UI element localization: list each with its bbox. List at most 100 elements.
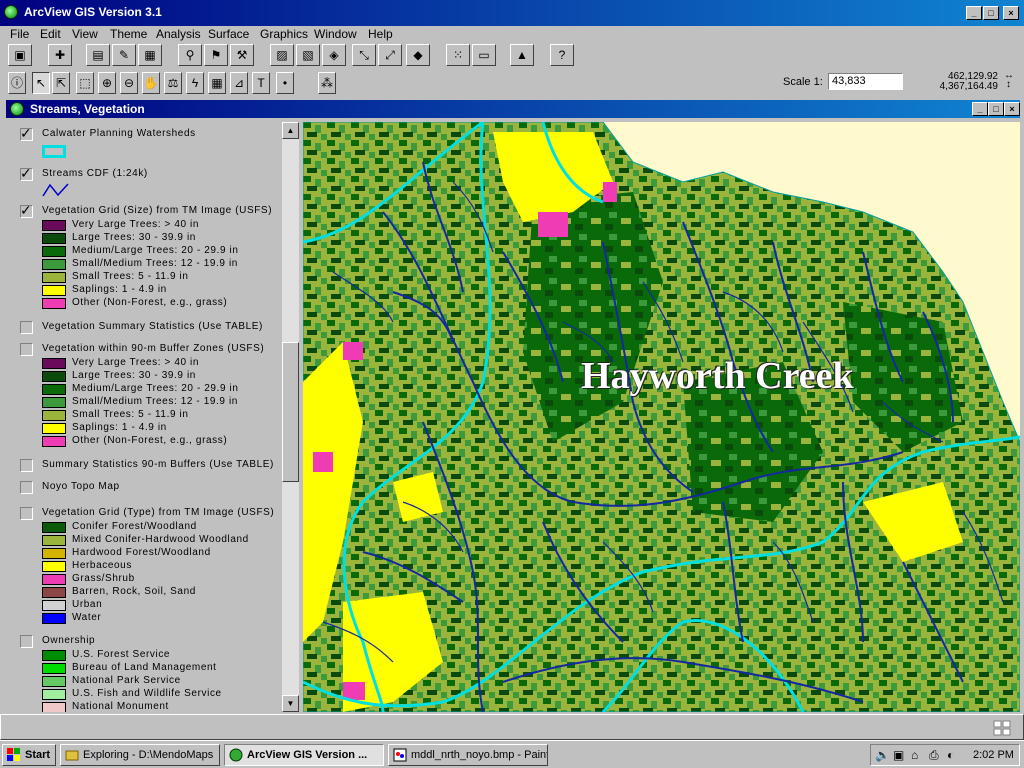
scroll-down-button[interactable]: ▼: [282, 695, 299, 712]
menu-bar: File Edit View Theme Analysis Surface Gr…: [0, 26, 1024, 42]
toc-scrollbar[interactable]: ▲ ▼: [282, 122, 299, 712]
menu-graphics[interactable]: Graphics: [260, 27, 308, 41]
vertex-edit-icon[interactable]: ⇱: [52, 72, 70, 94]
legend-veg-type: Conifer Forest/Woodland Mixed Conifer-Ha…: [10, 521, 282, 627]
map-display[interactable]: Hayworth Creek: [303, 122, 1020, 712]
legend-label: Urban: [72, 599, 103, 610]
arcview-globe-icon: [229, 748, 243, 762]
start-button[interactable]: Start: [2, 744, 56, 766]
text-tool-icon[interactable]: T: [252, 72, 270, 94]
scroll-up-button[interactable]: ▲: [282, 122, 299, 139]
tray-app-icon[interactable]: ◐: [947, 748, 954, 762]
zoom-to-selected-icon[interactable]: ◈: [322, 44, 346, 66]
legend-label: Barren, Rock, Soil, Sand: [72, 586, 196, 597]
measure-icon[interactable]: ⚖: [164, 72, 182, 94]
menu-file[interactable]: File: [10, 27, 29, 41]
zoom-to-themes-icon[interactable]: ▧: [296, 44, 320, 66]
theme-checkbox[interactable]: ✓: [20, 203, 33, 218]
legend-label: Very Large Trees: > 40 in: [72, 357, 200, 368]
legend-label: Water: [72, 612, 102, 623]
tool-bar: ⓘ ↖ ⇱ ⬚ ⊕ ⊖ ✋ ⚖ ϟ ▦ ⊿ T • ⁂ Scale 1: 43,…: [0, 70, 1024, 94]
clock[interactable]: 2:02 PM: [973, 749, 1014, 761]
legend-label: Mixed Conifer-Hardwood Woodland: [72, 534, 249, 545]
legend-swatch: [42, 298, 66, 309]
scroll-thumb[interactable]: [282, 342, 299, 482]
legend-label: National Park Service: [72, 675, 181, 686]
menu-window[interactable]: Window: [314, 27, 357, 41]
theme-name: Ownership: [42, 635, 96, 646]
zoom-previous-icon[interactable]: ◆: [406, 44, 430, 66]
theme-checkbox[interactable]: ✓: [20, 166, 33, 181]
close-button[interactable]: ×: [1003, 6, 1019, 20]
legend-label: Very Large Trees: > 40 in: [72, 219, 200, 230]
select-features-icon[interactable]: ⁙: [446, 44, 470, 66]
legend-label: Large Trees: 30 - 39.9 in: [72, 232, 196, 243]
legend-label: Medium/Large Trees: 20 - 29.9 in: [72, 383, 239, 394]
edit-legend-icon[interactable]: ✎: [112, 44, 136, 66]
legend-label: Saplings: 1 - 4.9 in: [72, 422, 167, 433]
zoom-full-extent-icon[interactable]: ▨: [270, 44, 294, 66]
theme-properties-icon[interactable]: ▤: [86, 44, 110, 66]
view-minimize-button[interactable]: _: [972, 102, 988, 116]
maximize-button[interactable]: □: [983, 6, 999, 20]
zoom-out-fixed-icon[interactable]: ⤢: [378, 44, 402, 66]
menu-analysis[interactable]: Analysis: [156, 27, 201, 41]
theme-checkbox[interactable]: [20, 507, 33, 520]
view-title-bar[interactable]: Streams, Vegetation _ □ ×: [6, 100, 1020, 118]
printer-icon[interactable]: ⎙: [929, 748, 939, 763]
theme-checkbox[interactable]: [20, 635, 33, 648]
task-label: mddl_nrth_noyo.bmp - Paint: [411, 749, 548, 761]
theme-checkbox[interactable]: [20, 321, 33, 334]
theme-checkbox[interactable]: [20, 459, 33, 472]
legend-veg-buffer: Very Large Trees: > 40 in Large Trees: 3…: [10, 357, 282, 449]
snap-icon[interactable]: ⁂: [318, 72, 336, 94]
speaker-icon[interactable]: 🔈: [875, 748, 890, 762]
add-theme-icon[interactable]: ✚: [48, 44, 72, 66]
monitor-icon[interactable]: ▣: [893, 748, 904, 762]
theme-checkbox[interactable]: [20, 481, 33, 494]
legend-label: Conifer Forest/Woodland: [72, 521, 197, 532]
menu-edit[interactable]: Edit: [40, 27, 61, 41]
theme-checkbox[interactable]: ✓: [20, 126, 33, 141]
legend-label: Other (Non-Forest, e.g., grass): [72, 435, 228, 446]
find-icon[interactable]: ⚲: [178, 44, 202, 66]
zoom-in-icon[interactable]: ⊕: [98, 72, 116, 94]
size-grip-icon[interactable]: [993, 720, 1011, 736]
layout-icon[interactable]: ▲: [510, 44, 534, 66]
legend-swatch: [42, 272, 66, 283]
minimize-button[interactable]: _: [966, 6, 982, 20]
menu-surface[interactable]: Surface: [208, 27, 249, 41]
save-icon[interactable]: ▣: [8, 44, 32, 66]
query-builder-icon[interactable]: ⚒: [230, 44, 254, 66]
zoom-in-fixed-icon[interactable]: ⤡: [352, 44, 376, 66]
menu-view[interactable]: View: [72, 27, 98, 41]
open-table-icon[interactable]: ▦: [138, 44, 162, 66]
pan-icon[interactable]: ✋: [142, 72, 160, 94]
zoom-out-icon[interactable]: ⊖: [120, 72, 138, 94]
theme-checkbox[interactable]: [20, 343, 33, 356]
locate-address-icon[interactable]: ⚑: [204, 44, 228, 66]
clear-selection-icon[interactable]: ▭: [472, 44, 496, 66]
pointer-icon[interactable]: ↖: [32, 72, 50, 94]
task-exploring[interactable]: Exploring - D:\MendoMaps: [60, 744, 220, 766]
status-bar: [0, 714, 1024, 740]
view-close-button[interactable]: ×: [1004, 102, 1020, 116]
legend-swatch: [42, 587, 66, 598]
app-title-bar[interactable]: ArcView GIS Version 3.1 _ □ ×: [0, 0, 1024, 26]
menu-theme[interactable]: Theme: [110, 27, 147, 41]
legend-swatch: [42, 220, 66, 231]
hotlink-icon[interactable]: ϟ: [186, 72, 204, 94]
help-cursor-icon[interactable]: ?: [550, 44, 574, 66]
task-paint[interactable]: mddl_nrth_noyo.bmp - Paint: [388, 744, 548, 766]
task-arcview[interactable]: ArcView GIS Version ...: [224, 744, 384, 766]
label-icon[interactable]: ⊿: [230, 72, 248, 94]
area-of-interest-icon[interactable]: ▦: [208, 72, 226, 94]
scale-input[interactable]: 43,833: [828, 73, 903, 90]
network-icon[interactable]: ⌂: [911, 748, 918, 762]
menu-help[interactable]: Help: [368, 27, 393, 41]
view-maximize-button[interactable]: □: [988, 102, 1004, 116]
select-feature-icon[interactable]: ⬚: [76, 72, 94, 94]
identify-icon[interactable]: ⓘ: [8, 72, 26, 94]
draw-point-icon[interactable]: •: [276, 72, 294, 94]
legend-label: Medium/Large Trees: 20 - 29.9 in: [72, 245, 239, 256]
